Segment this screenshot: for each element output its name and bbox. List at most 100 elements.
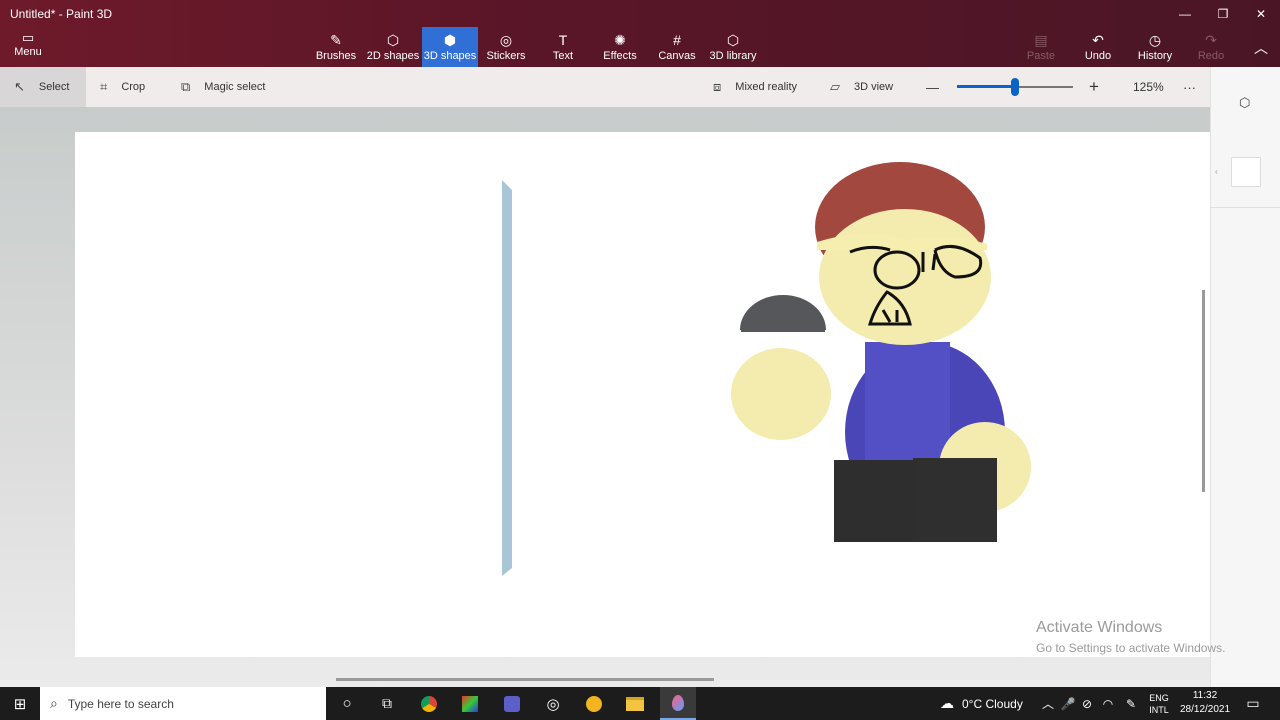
3d-object-icon[interactable]: ⬡	[1239, 95, 1250, 111]
tab-text[interactable]: T Text	[535, 27, 591, 67]
paste-label: Paste	[1026, 50, 1056, 62]
ribbon: Untitled* - Paint 3D — ❐ ✕ ▭ Menu ✎ Brus…	[0, 0, 1280, 67]
menu-label: Menu	[14, 46, 42, 58]
restore-button[interactable]: ❐	[1204, 0, 1242, 28]
zoom-level: 125%	[1133, 80, 1164, 94]
cursor-icon: ↖	[14, 79, 25, 94]
tab-effects[interactable]: ✺ Effects	[592, 27, 648, 67]
text-icon: T	[558, 32, 568, 48]
redo-icon: ↷	[1205, 32, 1217, 48]
language-indicator[interactable]: ENG INTL	[1146, 687, 1172, 720]
tab-3d-shapes[interactable]: ⬢ 3D shapes	[422, 27, 478, 67]
right-foot-block[interactable]	[913, 458, 997, 542]
select-tool[interactable]: ↖ Select	[0, 67, 86, 107]
paint3d-taskbar-icon[interactable]	[660, 687, 696, 720]
magic-select-tool[interactable]: ⧉ Magic select	[181, 67, 265, 107]
tab-stickers[interactable]: ◎ Stickers	[478, 27, 534, 67]
menu-button[interactable]: ▭ Menu	[10, 30, 46, 58]
2d-shapes-icon: ⬡	[386, 32, 400, 48]
history-icon: ◷	[1148, 32, 1162, 48]
canvas-artwork	[502, 162, 1031, 576]
file-explorer-icon[interactable]	[621, 687, 649, 720]
drawing-canvas[interactable]	[75, 132, 1210, 657]
tab-label: Canvas	[658, 50, 696, 62]
teams-icon[interactable]	[498, 687, 526, 720]
search-icon: ⌕	[50, 695, 58, 711]
obs-icon[interactable]: ◎	[539, 687, 567, 720]
left-foot-block[interactable]	[834, 460, 914, 542]
window-title: Untitled* - Paint 3D	[10, 7, 113, 21]
panel-divider	[1211, 207, 1280, 208]
canvas-icon: #	[673, 32, 681, 48]
paste-button[interactable]: ▤ Paste	[1013, 27, 1069, 67]
tab-label: Effects	[603, 50, 637, 62]
zoom-slider-thumb[interactable]	[1011, 78, 1019, 96]
search-placeholder: Type here to search	[67, 696, 174, 711]
collapse-ribbon-icon[interactable]: ︿	[1254, 38, 1268, 58]
undo-button[interactable]: ↶ Undo	[1070, 27, 1126, 67]
zoom-slider-fill	[957, 85, 1015, 88]
zoom-out-button[interactable]: —	[926, 67, 939, 107]
wifi-icon[interactable]: ◠	[1101, 687, 1115, 720]
magic-select-label: Magic select	[204, 81, 266, 93]
redo-label: Redo	[1197, 50, 1225, 62]
effects-icon: ✺	[614, 32, 626, 48]
history-label: History	[1137, 50, 1173, 62]
side-panel: ⬡ ‹	[1210, 67, 1280, 687]
search-box[interactable]: ⌕ Type here to search	[40, 687, 326, 720]
vertical-scrollbar[interactable]	[1202, 290, 1205, 492]
app-icon-yellow[interactable]	[580, 687, 608, 720]
folder-icon: ▭	[21, 30, 35, 45]
windows-start-icon[interactable]: ⊞	[0, 687, 40, 720]
tab-2d-shapes[interactable]: ⬡ 2D shapes	[365, 27, 421, 67]
tab-label: 3D shapes	[423, 50, 477, 62]
pen-icon[interactable]: ✎	[1124, 687, 1138, 720]
mixed-reality-icon: ⧈	[713, 79, 722, 94]
window-controls: — ❐ ✕	[1166, 0, 1280, 28]
chrome-icon[interactable]	[415, 687, 443, 720]
clipboard-icon: ▤	[1034, 32, 1048, 48]
close-button[interactable]: ✕	[1242, 0, 1280, 28]
more-options-button[interactable]: ···	[1183, 67, 1196, 107]
activate-windows-watermark: Activate Windows Go to Settings to activ…	[1036, 619, 1225, 655]
mixed-reality-label: Mixed reality	[735, 81, 798, 93]
weather-widget[interactable]: ☁ 0°C Cloudy	[940, 687, 1023, 720]
notifications-icon[interactable]: ▭	[1244, 687, 1262, 720]
panel-chevron-icon[interactable]: ‹	[1215, 167, 1218, 176]
tab-canvas[interactable]: # Canvas	[649, 27, 705, 67]
redo-button[interactable]: ↷ Redo	[1183, 27, 1239, 67]
app-icon-colorful[interactable]	[456, 687, 484, 720]
select-label: Select	[38, 81, 70, 93]
mixed-reality-button[interactable]: ⧈ Mixed reality	[713, 67, 797, 107]
task-view-icon[interactable]: ⧉	[373, 687, 401, 720]
3d-view-button[interactable]: ▱ 3D view	[830, 67, 893, 107]
show-hidden-icons[interactable]: ︿	[1040, 687, 1056, 720]
blue-panel[interactable]	[502, 180, 512, 576]
undo-icon: ↶	[1092, 32, 1104, 48]
cortana-icon[interactable]: ○	[333, 687, 361, 720]
history-button[interactable]: ◷ History	[1127, 27, 1183, 67]
character-torso[interactable]	[865, 342, 950, 467]
crop-tool[interactable]: ⌗ Crop	[100, 67, 145, 107]
defender-icon[interactable]: ⊘	[1080, 687, 1094, 720]
color-swatch[interactable]	[1231, 157, 1261, 187]
character-left-hand[interactable]	[731, 348, 831, 440]
crop-icon: ⌗	[100, 79, 108, 94]
language-primary: ENG	[1149, 692, 1169, 703]
tab-label: Stickers	[486, 50, 526, 62]
minimize-button[interactable]: —	[1166, 0, 1204, 28]
tab-brushes[interactable]: ✎ Brushes	[308, 27, 364, 67]
zoom-in-button[interactable]: +	[1089, 67, 1099, 107]
clock-time: 11:32	[1192, 690, 1218, 701]
tab-label: 3D library	[709, 50, 757, 62]
tab-label: Text	[552, 50, 574, 62]
cube-icon: ⬢	[443, 32, 457, 48]
watermark-subtitle: Go to Settings to activate Windows.	[1036, 641, 1226, 655]
tab-3d-library[interactable]: ⬡ 3D library	[705, 27, 761, 67]
horizontal-scrollbar[interactable]	[336, 678, 714, 681]
brush-icon: ✎	[330, 32, 342, 48]
clock[interactable]: 11:32 28/12/2021	[1180, 689, 1230, 717]
microphone-icon[interactable]: 🎤	[1061, 687, 1076, 720]
cloud-icon: ☁	[940, 695, 954, 711]
taskbar: ⊞ ⌕ Type here to search ○ ⧉ ◎ ☁ 0°C Clou…	[0, 687, 1280, 720]
